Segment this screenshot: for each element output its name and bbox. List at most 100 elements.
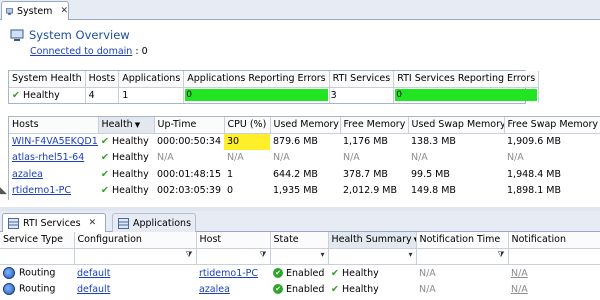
service-type-value: Routing <box>19 267 56 279</box>
col-notification-time[interactable]: Notification Time <box>416 232 509 249</box>
filter-cell[interactable]: ⧩ <box>416 248 509 265</box>
col-rti-services[interactable]: RTI Services <box>329 71 395 88</box>
col-state[interactable]: State <box>270 232 329 249</box>
configuration-link[interactable]: default <box>77 268 110 279</box>
col-cpu[interactable]: CPU (%) <box>224 117 271 134</box>
table-row[interactable]: atlas-rhel51-64 ✔ Healthy N/A N/A N/A N/A… <box>9 150 600 167</box>
tab-applications[interactable]: Applications <box>112 213 196 232</box>
host-link[interactable]: azalea <box>12 169 43 180</box>
filter-cell[interactable] <box>0 248 75 265</box>
filter-cell[interactable]: ▾ <box>328 248 417 265</box>
filter-cell[interactable]: ▾ <box>270 248 329 265</box>
filter-cell[interactable]: ⧩ <box>196 248 271 265</box>
rti-services-table: Service Type Configuration Host State He… <box>0 232 600 300</box>
uptime-value: 002:03:05:39 <box>157 185 221 197</box>
state-value: Enabled <box>286 267 325 279</box>
filter-icon[interactable]: ⧩ <box>497 250 504 260</box>
free-swap-value: 1,909.6 MB <box>507 136 561 147</box>
col-free-memory[interactable]: Free Memory <box>340 117 409 134</box>
table-row[interactable]: Routing default azalea ✔ Enabled ✔ Healthy… <box>0 281 600 298</box>
notification-time-value: N/A <box>419 267 436 279</box>
filter-cell[interactable] <box>508 248 600 265</box>
table-row[interactable]: WIN-F4VA5EKQD1L ✔ Healthy 000:00:50:34 30… <box>9 133 600 150</box>
health-value: Healthy <box>111 136 149 147</box>
free-swap-value: 1,948.4 MB <box>507 168 561 180</box>
connected-count: : 0 <box>135 46 148 57</box>
connected-domain-link[interactable]: Connected to domain <box>30 46 132 57</box>
used-swap-value: 149.8 MB <box>411 185 456 197</box>
filter-icon[interactable]: ⧩ <box>259 250 266 260</box>
table-row[interactable]: Routing default rtidemo1-PC ✔ Enabled ✔ He… <box>0 265 600 282</box>
filter-row: ⧩ ⧩ ▾ ▾ ⧩ <box>0 248 600 265</box>
host-link[interactable]: rtidemo1-PC <box>199 268 258 279</box>
cpu-value: 0 <box>227 185 234 197</box>
rti-errors-bar: 0 <box>395 89 538 102</box>
filter-icon[interactable]: ⧩ <box>185 250 192 260</box>
col-hosts[interactable]: Hosts <box>85 71 120 88</box>
col-service-type[interactable]: Service Type <box>0 232 75 249</box>
used-swap-value: N/A <box>411 152 428 164</box>
dropdown-icon[interactable]: ▾ <box>408 250 412 259</box>
system-health-value: Healthy <box>22 89 60 101</box>
system-icon <box>6 7 14 15</box>
hosts-count: 4 <box>85 87 120 103</box>
enabled-check-icon: ✔ <box>273 284 283 295</box>
col-app-errors[interactable]: Applications Reporting Errors <box>183 71 330 88</box>
health-value: Healthy <box>111 185 149 197</box>
notification-link[interactable]: N/A <box>511 284 528 295</box>
free-memory-value: 1,176 MB <box>343 136 388 147</box>
used-memory-value: N/A <box>273 152 290 164</box>
check-icon: ✔ <box>331 283 339 295</box>
app-errors-cell: 0 <box>183 87 330 103</box>
service-type-value: Routing <box>19 283 56 295</box>
col-hosts[interactable]: Hosts <box>9 117 99 134</box>
host-link[interactable]: atlas-rhel51-64 <box>12 152 84 163</box>
filter-cell[interactable]: ⧩ <box>74 248 197 265</box>
close-icon[interactable]: ✕ <box>60 6 68 16</box>
col-host[interactable]: Host <box>196 232 271 249</box>
tab-rti-services[interactable]: RTI Services ✕ <box>2 213 106 232</box>
col-rti-service-errors[interactable]: RTI Services Reporting Errors <box>393 71 540 88</box>
used-swap-value: 99.5 MB <box>411 168 450 180</box>
enabled-check-icon: ✔ <box>273 268 283 278</box>
bottom-tab-bar: RTI Services ✕ Applications <box>0 211 600 232</box>
rti-services-count: 3 <box>329 87 395 103</box>
col-free-swap[interactable]: Free Swap Memory <box>504 117 600 134</box>
check-icon: ✔ <box>101 136 109 147</box>
col-used-swap[interactable]: Used Swap Memory <box>408 117 505 134</box>
hosts-header-row: Hosts Health ▼ Up-Time CPU (%) Used Memor… <box>9 117 600 134</box>
host-link[interactable]: azalea <box>199 284 230 295</box>
hosts-table: Hosts Health ▼ Up-Time CPU (%) Used Memor… <box>8 116 600 200</box>
col-health[interactable]: Health ▼ <box>98 117 155 134</box>
tab-applications-label: Applications <box>133 217 192 229</box>
col-configuration[interactable]: Configuration <box>74 232 197 249</box>
host-link[interactable]: rtidemo1-PC <box>12 185 71 196</box>
resize-handle-icon[interactable]: ◣ <box>0 186 7 196</box>
close-icon[interactable]: ✕ <box>89 218 97 228</box>
tab-system[interactable]: System ✕ <box>1 1 69 20</box>
col-uptime[interactable]: Up-Time <box>154 117 225 134</box>
health-value: Healthy <box>111 168 149 180</box>
uptime-value: 000:00:50:34 <box>157 136 221 147</box>
col-notification[interactable]: Notification <box>508 232 600 249</box>
table-row[interactable]: azalea ✔ Healthy 000:01:48:15 1 644.2 MB … <box>9 166 600 183</box>
table-row[interactable]: rtidemo1-PC ✔ Healthy 002:03:05:39 0 1,93… <box>9 183 600 200</box>
check-icon: ✔ <box>101 168 109 180</box>
dropdown-icon[interactable]: ▾ <box>320 250 324 259</box>
check-icon: ✔ <box>331 267 339 279</box>
cpu-value: 30 <box>224 133 270 150</box>
col-health-label: Health <box>101 119 133 131</box>
col-health-summary[interactable]: Health Summary▼ <box>328 232 417 249</box>
configuration-link[interactable]: default <box>77 284 110 295</box>
system-health-cell: ✔ Healthy <box>9 87 86 103</box>
check-icon: ✔ <box>101 185 109 197</box>
free-memory-value: N/A <box>343 152 360 164</box>
col-used-memory[interactable]: Used Memory <box>270 117 341 134</box>
applications-count: 1 <box>118 87 185 103</box>
uptime-value: N/A <box>157 152 174 164</box>
col-applications[interactable]: Applications <box>118 71 185 88</box>
col-system-health[interactable]: System Health <box>9 71 86 88</box>
host-link[interactable]: WIN-F4VA5EKQD1L <box>12 136 98 147</box>
notification-link[interactable]: N/A <box>511 268 528 279</box>
health-summary-value: Healthy <box>341 267 379 279</box>
